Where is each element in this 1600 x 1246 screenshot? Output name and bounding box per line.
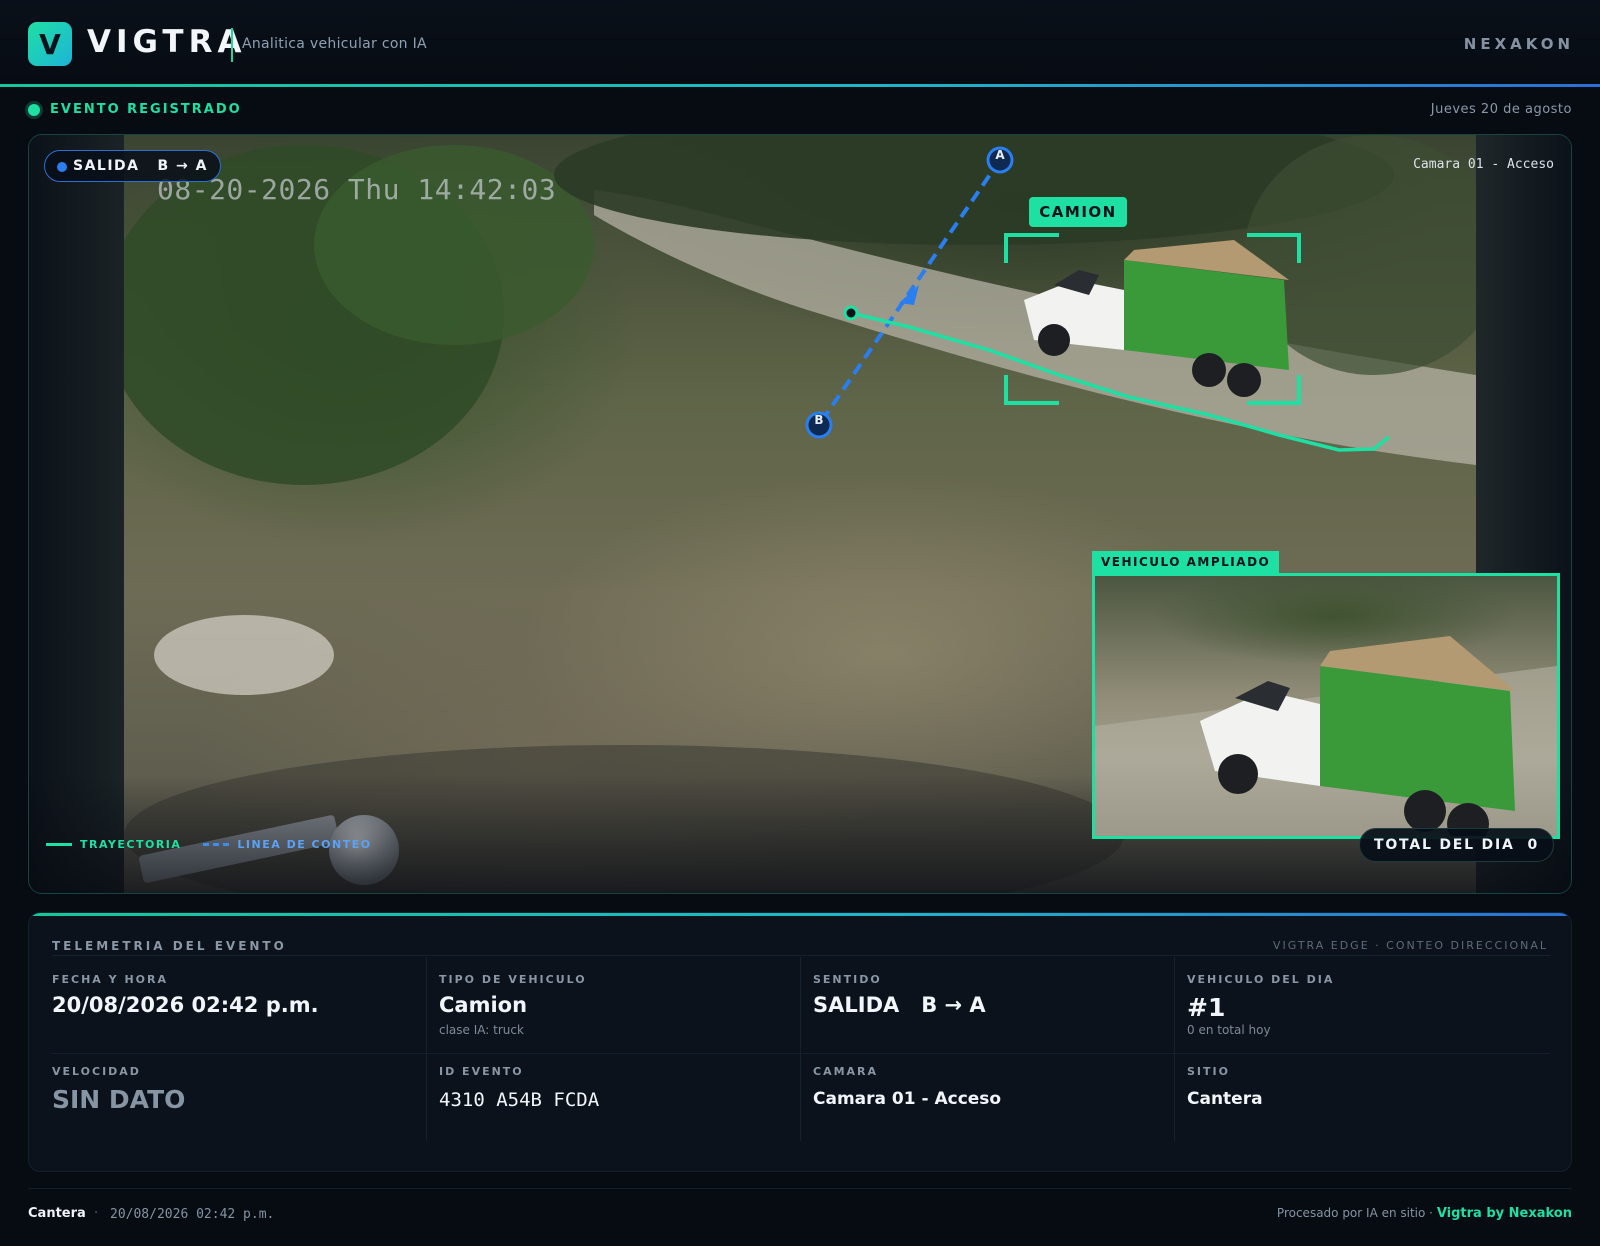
field-label: FECHA Y HORA <box>52 973 168 986</box>
field-value: Cantera <box>1187 1089 1263 1109</box>
point-a-label: A <box>995 148 1005 162</box>
vehicle-class-tag: CAMION <box>1029 197 1127 227</box>
brand-name: VIGTRA <box>87 24 247 60</box>
field-speed: VELOCIDAD SIN DATO <box>52 1049 426 1141</box>
field-hint: clase IA: truck <box>439 1023 524 1037</box>
field-label: SITIO <box>1187 1065 1230 1078</box>
company-name: NEXAKON <box>1463 35 1574 53</box>
field-direction: SENTIDO SALIDA B → A <box>800 957 1174 1049</box>
field-label: SENTIDO <box>813 973 882 986</box>
field-value: Camara 01 - Acceso <box>813 1089 1002 1109</box>
brand-divider <box>231 28 233 62</box>
counting-line <box>817 158 1002 427</box>
telemetry-subtitle: VIGTRA EDGE · CONTEO DIRECCIONAL <box>1272 939 1548 952</box>
status-dot-icon <box>28 104 40 116</box>
telemetry-accent-line <box>29 913 1571 916</box>
vehicle-zoom-panel[interactable] <box>1092 573 1560 839</box>
footer-brand-link[interactable]: Vigtra by Nexakon <box>1437 1206 1572 1221</box>
field-label: VELOCIDAD <box>52 1065 141 1078</box>
vigtra-logo-icon: V <box>28 22 72 66</box>
overlay-legend: TRAYECTORIA LINEA DE CONTEO <box>46 838 372 851</box>
field-label: ID EVENTO <box>439 1065 524 1078</box>
daily-total-badge: TOTAL DEL DIA 0 <box>1359 828 1554 862</box>
field-site: SITIO Cantera <box>1174 1049 1548 1141</box>
footer-credit: Procesado por IA en sitio · Vigtra by Ne… <box>1277 1206 1572 1221</box>
telemetry-title: TELEMETRIA DEL EVENTO <box>52 939 287 953</box>
app-header: V VIGTRA Analitica vehicular con IA NEXA… <box>0 0 1600 86</box>
brand-subtitle: Analitica vehicular con IA <box>242 36 427 52</box>
daily-total-value: 0 <box>1527 837 1539 853</box>
event-status: EVENTO REGISTRADO <box>50 102 242 117</box>
telemetry-panel: TELEMETRIA DEL EVENTO VIGTRA EDGE · CONT… <box>28 912 1572 1172</box>
zoomed-truck-image <box>1095 636 1557 836</box>
trajectory-start-dot <box>843 305 859 321</box>
counting-direction-arrow-icon <box>899 285 919 305</box>
camera-frame[interactable]: 08-20-2026 Thu 14:42:03 SALIDA B → A Cam… <box>28 134 1572 894</box>
field-value: 4310 A54B FCDA <box>439 1089 600 1111</box>
daily-total-label: TOTAL DEL DIA <box>1374 837 1515 853</box>
field-label: CAMARA <box>813 1065 879 1078</box>
field-value: SALIDA B → A <box>813 993 986 1017</box>
field-datetime: FECHA Y HORA 20/08/2026 02:42 p.m. <box>52 957 426 1049</box>
point-b-label: B <box>814 413 824 427</box>
field-value: SIN DATO <box>52 1085 186 1114</box>
footer-site: Cantera <box>28 1206 86 1221</box>
field-value: 20/08/2026 02:42 p.m. <box>52 993 319 1017</box>
field-hint: 0 en total hoy <box>1187 1023 1271 1037</box>
field-value: #1 <box>1187 993 1226 1022</box>
count-line-legend-label: LINEA DE CONTEO <box>237 838 372 851</box>
footer-separator: · <box>94 1206 99 1221</box>
truck-image <box>1024 240 1289 397</box>
header-accent-line <box>0 84 1600 87</box>
event-date: Jueves 20 de agosto <box>1430 102 1572 117</box>
trajectory-legend-swatch <box>46 843 72 846</box>
footer-processed-text: Procesado por IA en sitio · <box>1276 1206 1433 1220</box>
zoom-tag: VEHICULO AMPLIADO <box>1092 551 1280 573</box>
field-vehicle-type: TIPO DE VEHICULO Camion clase IA: truck <box>426 957 800 1049</box>
field-event-id: ID EVENTO 4310 A54B FCDA <box>426 1049 800 1141</box>
field-value: Camion <box>439 993 528 1017</box>
field-camera: CAMARA Camara 01 - Acceso <box>800 1049 1174 1141</box>
field-label: TIPO DE VEHICULO <box>439 973 587 986</box>
field-daily-vehicle: VEHICULO DEL DIA #1 0 en total hoy <box>1174 957 1548 1049</box>
telemetry-divider <box>52 955 1550 956</box>
count-line-legend-swatch <box>203 843 230 846</box>
field-label: VEHICULO DEL DIA <box>1187 973 1335 986</box>
trajectory-legend-label: TRAYECTORIA <box>80 838 182 851</box>
footer-time: 20/08/2026 02:42 p.m. <box>110 1207 275 1222</box>
footer-divider <box>28 1188 1572 1189</box>
